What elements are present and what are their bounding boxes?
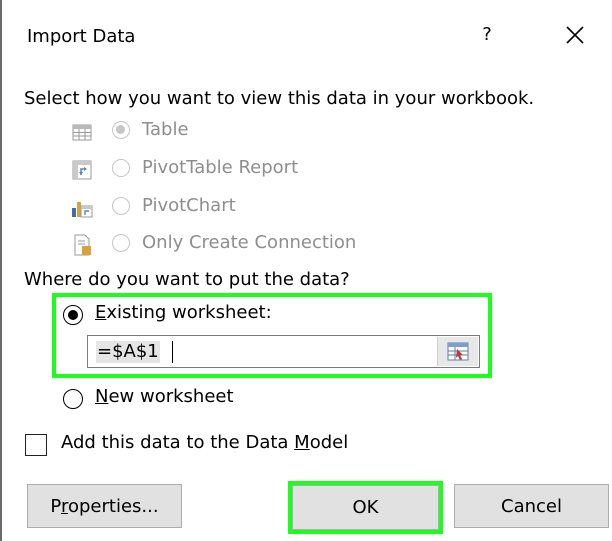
- new-worksheet-label-text: ew worksheet: [108, 386, 234, 407]
- ok-highlight: [288, 481, 443, 534]
- view-prompt: Select how you want to view this data in…: [24, 88, 535, 109]
- cell-reference-input[interactable]: =$A$1: [87, 335, 480, 368]
- pivottable-radio[interactable]: [112, 159, 130, 177]
- dialog-border: [0, 0, 2, 541]
- connection-radio[interactable]: [112, 234, 130, 252]
- data-model-checkbox[interactable]: [25, 434, 47, 456]
- existing-worksheet-access-key: E: [95, 302, 107, 323]
- connection-label: Only Create Connection: [142, 232, 357, 253]
- data-model-label[interactable]: Add this data to the Data Model: [61, 432, 348, 453]
- data-model-access-key: M: [294, 432, 310, 453]
- data-model-label-text: Add this data to the Data: [61, 432, 295, 453]
- help-button[interactable]: ?: [475, 20, 499, 50]
- close-icon: [566, 26, 584, 44]
- range-picker-button[interactable]: [437, 337, 478, 366]
- table-icon: [72, 124, 92, 141]
- pivotchart-icon: [72, 202, 93, 218]
- new-worksheet-label[interactable]: New worksheet: [95, 386, 234, 407]
- new-worksheet-radio[interactable]: [63, 389, 83, 409]
- existing-worksheet-label[interactable]: Existing worksheet:: [95, 302, 272, 323]
- data-model-label-end: odel: [309, 432, 349, 453]
- properties-button[interactable]: Properties...: [27, 484, 182, 528]
- pivottable-icon: [72, 160, 92, 180]
- new-worksheet-access-key: N: [95, 386, 109, 407]
- pivotchart-radio[interactable]: [112, 197, 130, 215]
- existing-worksheet-label-text: xisting worksheet:: [106, 302, 272, 323]
- import-data-dialog: Import Data ? Select how you want to vie…: [0, 0, 612, 541]
- close-button[interactable]: [558, 18, 592, 52]
- connection-icon: [74, 234, 91, 256]
- table-label: Table: [142, 119, 189, 140]
- properties-access-key: r: [60, 495, 68, 517]
- table-radio[interactable]: [112, 121, 130, 139]
- properties-label-end: operties...: [67, 495, 159, 517]
- cell-reference-value: =$A$1: [96, 341, 160, 363]
- dialog-title: Import Data: [27, 26, 136, 47]
- properties-label-start: P: [50, 495, 61, 517]
- existing-worksheet-radio[interactable]: [63, 305, 83, 325]
- location-prompt: Where do you want to put the data?: [24, 269, 350, 290]
- pivottable-label: PivotTable Report: [142, 157, 299, 178]
- text-caret: [172, 341, 173, 363]
- range-picker-icon: [447, 342, 469, 361]
- cancel-button[interactable]: Cancel: [454, 484, 609, 528]
- pivotchart-label: PivotChart: [142, 195, 236, 216]
